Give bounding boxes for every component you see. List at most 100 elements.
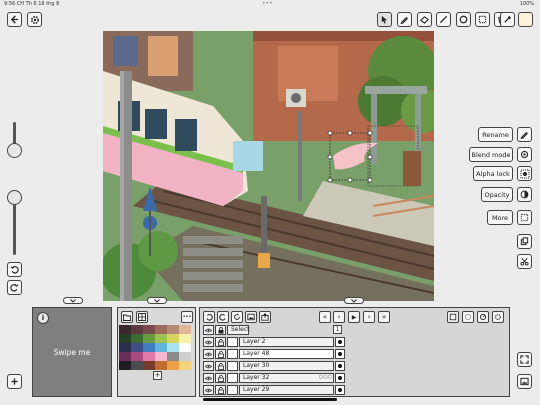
add-layer-button[interactable] [7,374,22,389]
undo-layer-button[interactable] [203,311,215,323]
layer-name[interactable]: Layer 30 [239,361,334,371]
frame-settings-button[interactable] [492,311,504,323]
redo-button[interactable] [7,280,22,295]
palette-more-button[interactable]: ••• [181,311,193,323]
line-tool-button[interactable] [436,12,451,27]
layers-collapse-tab[interactable] [344,297,364,304]
frame-cell[interactable] [335,361,345,371]
palette-swatch[interactable] [155,334,167,343]
loop-button[interactable] [462,311,474,323]
eraser-tool-button[interactable] [417,12,432,27]
layer-name[interactable]: Layer 2 [239,337,334,347]
opacity-label[interactable]: Opacity [481,187,513,202]
circle-tool-button[interactable] [456,12,471,27]
transform-button[interactable] [517,254,532,269]
palette-swatch[interactable] [131,361,143,370]
palette-swatch[interactable] [155,361,167,370]
palette-swatch[interactable] [119,343,131,352]
prev-frame-button[interactable]: ‹ [333,311,345,323]
last-frame-button[interactable]: » [378,311,390,323]
lock-toggle[interactable] [215,325,226,335]
first-frame-button[interactable]: « [319,311,331,323]
palette-swatch[interactable] [119,334,131,343]
redo-layer-button[interactable] [217,311,229,323]
palette-swatch[interactable] [179,352,191,361]
add-swatch-button[interactable]: + [153,371,162,380]
export-button[interactable] [259,311,271,323]
palette-swatch[interactable] [179,325,191,334]
palette-swatch[interactable] [155,352,167,361]
alpha-lock-label[interactable]: Alpha lock [473,166,513,181]
blend-mode-button[interactable] [517,147,532,162]
layer-row[interactable]: Layer 32 ○○○ [203,373,346,383]
layer-row[interactable]: Layer 30 [203,361,346,371]
palette-collapse-tab[interactable] [147,297,167,304]
opacity-button[interactable] [517,187,532,202]
drawing-canvas[interactable] [103,31,434,301]
settings-button[interactable] [27,12,42,27]
lock-toggle[interactable] [215,349,226,359]
preview-collapse-tab[interactable] [63,297,83,304]
more-label[interactable]: More [487,210,513,225]
palette-swatch[interactable] [167,325,179,334]
multitask-dots[interactable]: ••• [262,0,273,7]
palette-swatch[interactable] [131,325,143,334]
visibility-toggle[interactable] [203,373,214,383]
fps-button[interactable] [477,311,489,323]
import-image-button[interactable] [245,311,257,323]
current-color-button[interactable] [518,12,533,27]
lock-toggle[interactable] [215,385,226,395]
palette-swatch[interactable] [119,325,131,334]
lock-toggle[interactable] [215,373,226,383]
undo-button[interactable] [7,262,22,277]
visibility-toggle[interactable] [203,385,214,395]
next-frame-button[interactable]: › [363,311,375,323]
palette-swatch[interactable] [143,361,155,370]
palette-swatch[interactable] [179,343,191,352]
palette-swatch[interactable] [119,361,131,370]
palette-swatch[interactable] [119,352,131,361]
play-button[interactable]: ▶ [348,311,360,323]
palette-swatch[interactable] [167,343,179,352]
alpha-lock-button[interactable] [517,166,532,181]
layer-row[interactable]: Layer 29 [203,385,346,395]
frame-cell[interactable] [335,373,345,383]
palette-swatch[interactable] [155,325,167,334]
palette-swatch[interactable] [167,361,179,370]
rename-button[interactable] [517,127,532,142]
palette-swatch[interactable] [143,343,155,352]
info-button[interactable]: i [37,312,49,324]
palette-swatch[interactable] [131,343,143,352]
frame-cell[interactable] [335,337,345,347]
layer-row[interactable]: Layer 2 [203,337,346,347]
palette-swatch[interactable] [143,352,155,361]
blend-mode-label[interactable]: Blend mode [469,147,513,162]
eyedropper-tool-button-2[interactable] [500,12,515,27]
palette-swatch[interactable] [179,334,191,343]
visibility-toggle[interactable] [203,325,214,335]
fullscreen-button[interactable] [517,352,532,367]
pencil-tool-button[interactable] [397,12,412,27]
palette-swatch[interactable] [143,325,155,334]
reference-image-button[interactable] [517,374,532,389]
lock-toggle[interactable] [215,361,226,371]
more-button[interactable] [517,210,532,225]
rotate-layer-button[interactable] [231,311,243,323]
preview-panel[interactable]: i Swipe me [32,307,112,397]
visibility-toggle[interactable] [203,337,214,347]
rename-label[interactable]: Rename [478,127,513,142]
select-all-layers[interactable]: Select [227,325,250,335]
palette-grid-button[interactable] [136,311,148,323]
brush-size-slider-knob[interactable] [7,143,22,158]
duplicate-button[interactable] [517,234,532,249]
layer-name[interactable]: Layer 29 [239,385,334,395]
back-button[interactable] [7,12,22,27]
rect-select-tool-button[interactable] [475,12,490,27]
onion-skin-button[interactable] [447,311,459,323]
palette-swatch[interactable] [167,352,179,361]
palette-folder-button[interactable] [121,311,133,323]
brush-opacity-slider-knob[interactable] [7,190,22,205]
lock-toggle[interactable] [215,337,226,347]
select-tool-button[interactable] [377,12,392,27]
palette-swatch[interactable] [179,361,191,370]
